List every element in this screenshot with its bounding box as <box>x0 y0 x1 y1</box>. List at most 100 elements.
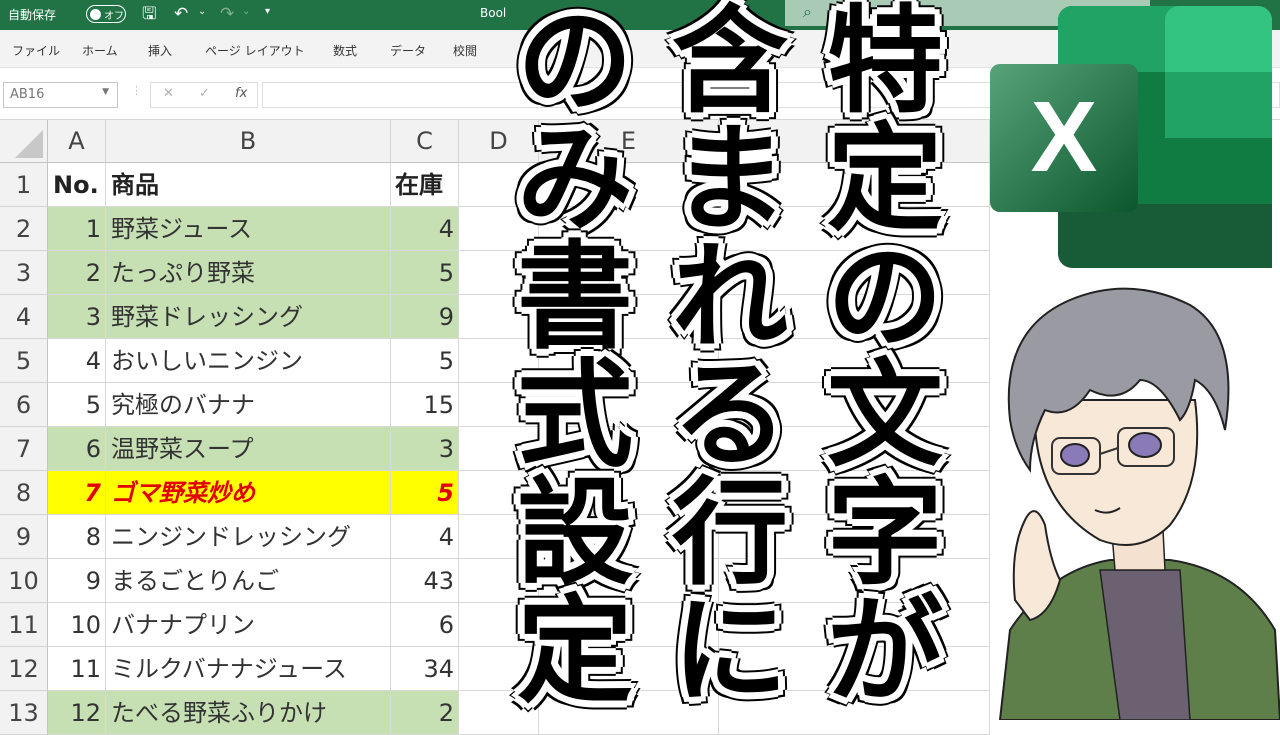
cell-stock[interactable]: 4 <box>391 515 459 559</box>
cell-stock[interactable]: 5 <box>391 339 459 383</box>
cell-no[interactable]: 10 <box>48 603 106 647</box>
column-header-a[interactable]: A <box>48 120 106 163</box>
row-header[interactable]: 7 <box>0 427 48 471</box>
row-header[interactable]: 11 <box>0 603 48 647</box>
cell-stock[interactable]: 在庫 <box>391 163 459 207</box>
cell-stock[interactable]: 15 <box>391 383 459 427</box>
cell-product[interactable]: たべる野菜ふりかけ <box>106 691 391 735</box>
row-header[interactable]: 12 <box>0 647 48 691</box>
tab-formulas[interactable]: 数式 <box>333 42 357 59</box>
tab-file[interactable]: ファイル <box>12 42 60 59</box>
cell-stock[interactable]: 6 <box>391 603 459 647</box>
cell-stock[interactable]: 43 <box>391 559 459 603</box>
cell-product[interactable]: たっぷり野菜 <box>106 251 391 295</box>
row-header[interactable]: 6 <box>0 383 48 427</box>
cell-product[interactable]: 野菜ドレッシング <box>106 295 391 339</box>
overlay-title-char: に <box>672 584 788 719</box>
cell-stock[interactable]: 4 <box>391 207 459 251</box>
row-header[interactable]: 10 <box>0 559 48 603</box>
tab-review[interactable]: 校閲 <box>453 42 477 59</box>
overlay-title-line2: 含まれる行に含まれる行に <box>655 4 805 712</box>
cell-no[interactable]: 8 <box>48 515 106 559</box>
enter-icon[interactable]: ✓ <box>199 86 210 101</box>
formula-buttons: ✕ ✓ fx <box>150 82 258 108</box>
overlay-title-char: ま <box>672 112 788 247</box>
overlay-title-char: 含 <box>672 0 788 129</box>
character-illustration <box>998 287 1280 720</box>
overlay-title-char: 文 <box>827 348 943 483</box>
row-header[interactable]: 2 <box>0 207 48 251</box>
chevron-down-icon[interactable]: ▼ <box>102 87 109 97</box>
tab-home[interactable]: ホーム <box>82 42 118 59</box>
customize-toolbar-icon[interactable]: ▾ <box>265 6 270 17</box>
cell-no[interactable]: 12 <box>48 691 106 735</box>
insert-function-icon[interactable]: fx <box>235 86 247 101</box>
cell-product[interactable]: まるごとりんご <box>106 559 391 603</box>
overlay-title-char: る <box>672 348 788 483</box>
cell-no[interactable]: No. <box>48 163 106 207</box>
cell-product[interactable]: ニンジンドレッシング <box>106 515 391 559</box>
overlay-title-char: み <box>517 112 633 247</box>
cell-stock[interactable]: 5 <box>391 471 459 515</box>
row-header[interactable]: 5 <box>0 339 48 383</box>
cell-product[interactable]: 温野菜スープ <box>106 427 391 471</box>
cell-stock[interactable]: 5 <box>391 251 459 295</box>
row-header[interactable]: 1 <box>0 163 48 207</box>
autosave-toggle[interactable]: オフ <box>86 5 126 23</box>
overlay-title-char: の <box>827 230 943 365</box>
cell-product[interactable]: ミルクバナナジュース <box>106 647 391 691</box>
autosave-state: オフ <box>104 11 124 22</box>
cell-product[interactable]: バナナプリン <box>106 603 391 647</box>
row-header[interactable]: 4 <box>0 295 48 339</box>
cell-no[interactable]: 2 <box>48 251 106 295</box>
row-header[interactable]: 3 <box>0 251 48 295</box>
undo-dropdown-icon[interactable]: ⌄ <box>198 6 206 17</box>
cell-stock[interactable]: 2 <box>391 691 459 735</box>
redo-dropdown-icon[interactable]: ⌄ <box>242 6 250 17</box>
cell-no[interactable]: 7 <box>48 471 106 515</box>
logo-letter: X <box>1031 81 1098 193</box>
row-header[interactable]: 13 <box>0 691 48 735</box>
save-icon[interactable]: 🖫 <box>142 3 156 25</box>
cell-product[interactable]: 商品 <box>106 163 391 207</box>
name-box[interactable]: AB16 ▼ <box>3 82 118 108</box>
cell-no[interactable]: 1 <box>48 207 106 251</box>
cell-product[interactable]: おいしいニンジン <box>106 339 391 383</box>
redo-icon[interactable]: ↷ <box>220 3 234 25</box>
overlay-title-char: の <box>517 0 633 129</box>
overlay-title-line3: のみ書式設定のみ書式設定 <box>500 4 650 712</box>
formula-bar-grip-icon: ⋮ <box>131 84 142 97</box>
cancel-icon[interactable]: ✕ <box>163 86 174 101</box>
cell-no[interactable]: 9 <box>48 559 106 603</box>
cell-product[interactable]: 野菜ジュース <box>106 207 391 251</box>
overlay-title-char: が <box>827 584 943 719</box>
select-all-corner[interactable] <box>0 120 48 163</box>
tab-data[interactable]: データ <box>390 42 426 59</box>
cell-no[interactable]: 11 <box>48 647 106 691</box>
excel-logo-icon: X <box>990 6 1272 268</box>
overlay-title-char: 定 <box>827 112 943 247</box>
overlay-title-char: 字 <box>827 466 943 601</box>
overlay-title-char: 行 <box>672 466 788 601</box>
cell-product[interactable]: ゴマ野菜炒め <box>106 471 391 515</box>
cell-no[interactable]: 3 <box>48 295 106 339</box>
overlay-title-char: 書 <box>517 230 633 365</box>
cell-stock[interactable]: 9 <box>391 295 459 339</box>
cell-product[interactable]: 究極のバナナ <box>106 383 391 427</box>
row-header[interactable]: 9 <box>0 515 48 559</box>
cell-no[interactable]: 6 <box>48 427 106 471</box>
tab-insert[interactable]: 挿入 <box>148 42 172 59</box>
undo-icon[interactable]: ↶ <box>174 3 188 25</box>
cell-stock[interactable]: 34 <box>391 647 459 691</box>
overlay-title-char: 定 <box>517 584 633 719</box>
overlay-title-char: 特 <box>827 0 943 129</box>
cell-no[interactable]: 5 <box>48 383 106 427</box>
cell-stock[interactable]: 3 <box>391 427 459 471</box>
cell-no[interactable]: 4 <box>48 339 106 383</box>
overlay-title-char: れ <box>672 230 788 365</box>
column-header-b[interactable]: B <box>106 120 391 163</box>
column-header-c[interactable]: C <box>391 120 459 163</box>
row-header[interactable]: 8 <box>0 471 48 515</box>
tab-page-layout[interactable]: ページ レイアウト <box>205 42 305 59</box>
toggle-knob <box>90 8 101 20</box>
